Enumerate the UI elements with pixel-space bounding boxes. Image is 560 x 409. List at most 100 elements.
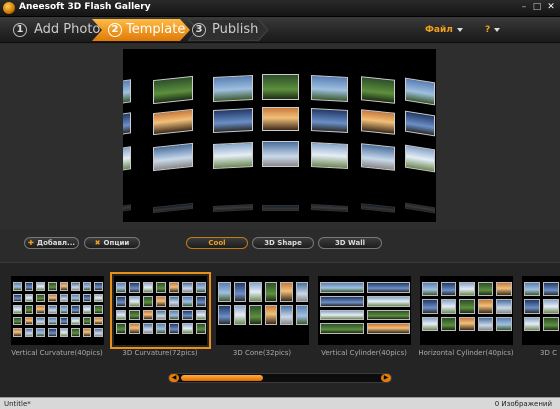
category-cool[interactable]: Cool: [186, 237, 248, 249]
thumb-photo: [71, 305, 80, 314]
thumb-photo: [295, 282, 308, 302]
thumb-photo: [94, 316, 103, 325]
preview-reflection: [361, 203, 395, 213]
thumb-photo: [169, 295, 180, 307]
step-template[interactable]: 2 Template: [92, 19, 190, 41]
template-scrollbar[interactable]: ◀ ▶: [168, 373, 392, 383]
thumb-photo: [142, 309, 153, 321]
gallery-preview: [123, 49, 436, 222]
thumb-photo: [155, 295, 167, 307]
thumb-photo: [155, 309, 167, 321]
thumb-photo: [496, 316, 512, 331]
thumb-photo: [13, 282, 22, 291]
preview-photo: [153, 142, 193, 172]
add-photo-button[interactable]: ✚ Добавл...: [24, 237, 79, 249]
preview-photo: [361, 76, 395, 104]
scroll-left-icon[interactable]: ◀: [169, 374, 179, 382]
step-add-photo[interactable]: 1 Add Photo: [6, 19, 101, 41]
thumb-photo: [59, 316, 69, 325]
help-menu-label: ?: [485, 25, 491, 35]
thumb-photo: [129, 295, 140, 307]
thumb-photo: [459, 282, 475, 297]
thumb-photo: [13, 293, 22, 302]
thumb-photo: [94, 282, 103, 291]
template-label: 3D Cone(32pics): [232, 349, 292, 357]
scroll-right-icon[interactable]: ▶: [381, 374, 391, 382]
preview-photo: [213, 141, 253, 170]
thumb-photo: [169, 309, 180, 321]
thumb-photo: [195, 309, 206, 321]
preview-photo: [262, 107, 299, 131]
thumb-photo: [59, 282, 69, 291]
thumb-photo: [129, 323, 140, 335]
thumb-photo: [440, 316, 457, 331]
app-icon: [3, 2, 15, 14]
template-thumb[interactable]: [420, 276, 513, 345]
preview-photo: [311, 142, 348, 169]
minimize-icon[interactable]: –: [518, 2, 530, 14]
options-button[interactable]: ✖ Опции: [84, 237, 140, 249]
template-thumb-selected[interactable]: [110, 272, 211, 349]
maximize-icon[interactable]: □: [531, 2, 543, 14]
thumb-photo: [233, 282, 246, 302]
thumb-photo: [71, 293, 80, 302]
chevron-down-icon: [494, 27, 501, 32]
preview-reflection: [262, 205, 299, 211]
template-thumb[interactable]: [216, 276, 309, 345]
preview-photo: [405, 144, 435, 173]
file-menu-label: Файл: [425, 25, 453, 35]
thumb-photo: [82, 328, 92, 337]
template-thumb[interactable]: [522, 276, 560, 345]
thumb-photo: [82, 293, 92, 302]
thumb-photo: [94, 293, 103, 302]
thumb-photo: [182, 282, 193, 293]
thumb-photo: [116, 323, 127, 335]
thumb-photo: [59, 293, 69, 302]
chevron-down-icon: [456, 27, 463, 32]
template-thumb[interactable]: [318, 276, 411, 345]
thumb-photo: [155, 323, 167, 335]
file-menu[interactable]: Файл: [425, 25, 463, 35]
thumb-photo: [59, 305, 69, 314]
thumb-photo: [142, 282, 153, 293]
thumb-photo: [440, 282, 457, 297]
thumb-photo: [47, 328, 57, 337]
category-3d-wall[interactable]: 3D Wall: [318, 237, 382, 249]
thumb-photo: [142, 323, 153, 335]
preview-photo: [213, 107, 253, 134]
thumb-photo: [13, 305, 22, 314]
thumb-photo: [82, 282, 92, 291]
preview-photo: [262, 74, 299, 100]
step-label: Publish: [212, 22, 259, 37]
thumb-photo: [155, 282, 167, 293]
thumb-photo: [47, 293, 57, 302]
wizard-bar: 1 Add Photo 2 Template 3 Publish Файл ?: [0, 17, 560, 43]
step-publish[interactable]: 3 Publish: [188, 19, 268, 41]
category-3d-shape[interactable]: 3D Shape: [252, 237, 314, 249]
help-menu[interactable]: ?: [485, 25, 501, 35]
preview-photo: [123, 112, 131, 135]
template-label: Horizontal Cylinder(40pics): [418, 349, 514, 357]
preview-reflection: [311, 204, 348, 212]
thumb-photo: [195, 295, 206, 307]
scrollbar-thumb[interactable]: [181, 375, 263, 381]
thumb-photo: [82, 316, 92, 325]
thumb-photo: [36, 282, 45, 291]
preview-photo: [405, 77, 435, 106]
status-bar: Untitle* 0 Изображений: [0, 397, 560, 409]
template-thumb[interactable]: [11, 276, 104, 345]
close-icon[interactable]: ✕: [545, 2, 557, 14]
preview-photo: [311, 75, 348, 102]
thumb-photo: [218, 305, 231, 325]
thumb-photo: [24, 316, 34, 325]
thumb-photo: [47, 282, 57, 291]
thumb-photo: [249, 305, 262, 325]
thumb-photo: [36, 316, 45, 325]
thumb-photo: [524, 282, 540, 297]
thumb-photo: [543, 316, 559, 331]
step-label: Add Photo: [34, 22, 101, 37]
preview-photo: [361, 109, 395, 135]
thumb-photo: [233, 305, 246, 325]
preview-reflection: [213, 203, 253, 213]
thumb-photo: [182, 295, 193, 307]
